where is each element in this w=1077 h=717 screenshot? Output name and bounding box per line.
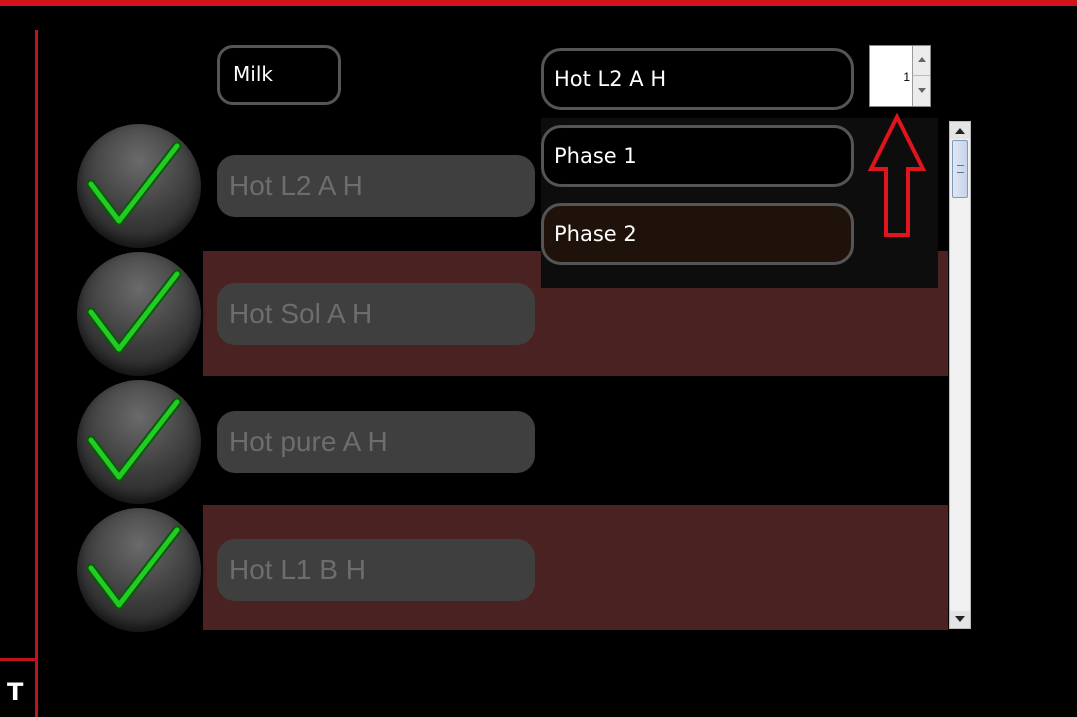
check-icon (86, 525, 182, 610)
top-red-border (0, 0, 1077, 6)
check-icon (86, 269, 182, 354)
scroll-up-button[interactable] (950, 122, 970, 139)
scroll-thumb[interactable] (952, 140, 968, 198)
scroll-down-button[interactable] (950, 611, 970, 628)
list-item-label: Hot Sol A H (217, 283, 535, 345)
dropdown-option-phase-1[interactable]: Phase 1 (541, 125, 854, 187)
check-button[interactable] (77, 252, 201, 376)
stepper-value: 1 (903, 70, 910, 84)
check-icon (86, 397, 182, 482)
left-panel-divider (35, 30, 38, 717)
check-icon (86, 141, 182, 226)
left-panel-tick (0, 658, 38, 661)
list-item-label: Hot L2 A H (217, 155, 535, 217)
list-item-label: Hot L1 B H (217, 539, 535, 601)
stepper-up-button[interactable] (912, 46, 930, 76)
vertical-scrollbar[interactable] (949, 121, 971, 629)
dropdown-option-phase-2[interactable]: Phase 2 (541, 203, 854, 265)
dropdown-selected[interactable]: Hot L2 A H (541, 48, 854, 110)
list-item-label: Hot pure A H (217, 411, 535, 473)
quantity-stepper[interactable]: 1 (869, 45, 931, 107)
check-button[interactable] (77, 508, 201, 632)
check-button[interactable] (77, 124, 201, 248)
arrow-up-icon (867, 113, 927, 237)
stepper-down-button[interactable] (912, 76, 930, 106)
check-button[interactable] (77, 380, 201, 504)
left-panel-letter: T (7, 678, 24, 706)
milk-field[interactable]: Milk (217, 45, 341, 105)
